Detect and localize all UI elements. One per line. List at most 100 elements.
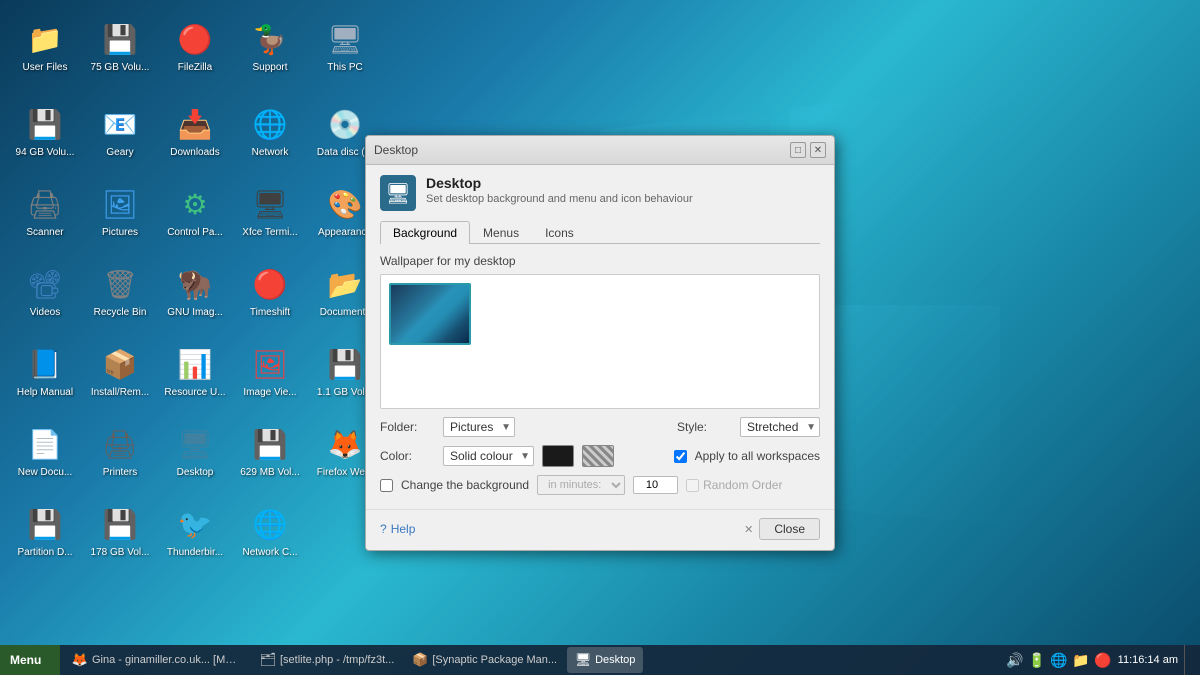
apply-all-workspaces-label: Apply to all workspaces [695, 449, 820, 463]
desktop-icon-xfce-terminal[interactable]: 🖥 Xfce Termi... [235, 175, 305, 250]
minutes-select[interactable]: in minutes: [537, 475, 625, 495]
random-order-label: Random Order [703, 478, 782, 492]
maximize-button[interactable]: □ [790, 142, 806, 158]
color-select-wrapper: Solid colour Gradient ▼ [443, 446, 534, 466]
desktop-icon-desktop[interactable]: 🖥 Desktop [160, 415, 230, 490]
tab-menus[interactable]: Menus [470, 221, 532, 244]
icon-image-user-files: 📁 [27, 22, 63, 58]
taskbar-right: 🔊🔋🌐📁🔴 11:16:14 am [998, 645, 1200, 675]
random-order-checkbox[interactable] [686, 479, 699, 492]
dialog-close-button[interactable]: ✕ [810, 142, 826, 158]
icon-image-printers: 🖨 [102, 427, 138, 463]
style-label: Style: [677, 420, 732, 434]
desktop-icon-178gb-vol[interactable]: 💾 178 GB Vol... [85, 495, 155, 570]
taskbar-label-setlite: [setlite.php - /tmp/fz3t... [280, 654, 394, 666]
icon-image-timeshift: 🔴 [252, 267, 288, 303]
desktop-icon-partition-d[interactable]: 💾 Partition D... [10, 495, 80, 570]
dialog-title: Desktop [374, 143, 418, 157]
taskbar-item-setlite[interactable]: 🗂 [setlite.php - /tmp/fz3t... [252, 647, 402, 673]
icon-label-gnu-image: GNU Imag... [167, 307, 223, 319]
tray-icon-1[interactable]: 🔋 [1028, 651, 1046, 669]
apply-all-workspaces-checkbox[interactable] [674, 450, 687, 463]
help-link[interactable]: ? Help [380, 522, 415, 536]
desktop-icon-75gb-vol[interactable]: 💾 75 GB Volu... [85, 10, 155, 85]
dialog-app-name: Desktop [426, 175, 693, 191]
desktop-icon-filezilla[interactable]: 🔴 FileZilla [160, 10, 230, 85]
icon-image-network-c: 🌐 [252, 507, 288, 543]
desktop-icon-user-files[interactable]: 📁 User Files [10, 10, 80, 85]
change-bg-checkbox[interactable] [380, 479, 393, 492]
icon-image-documents: 📂 [327, 267, 363, 303]
desktop-icon-resource-u[interactable]: 📊 Resource U... [160, 335, 230, 410]
wallpaper-grid[interactable] [380, 274, 820, 409]
style-select-wrapper: Stretched Centered Tiled Scaled ▼ [740, 417, 820, 437]
icon-label-75gb-vol: 75 GB Volu... [91, 62, 150, 74]
close-button[interactable]: Close [759, 518, 820, 540]
wallpaper-label: Wallpaper for my desktop [380, 254, 820, 268]
icon-image-this-pc: 🖥 [327, 22, 363, 58]
taskbar-item-gina-firefox[interactable]: 🦊 Gina - ginamiller.co.uk... [Mozilla Fi… [64, 647, 250, 673]
dialog-app-header: 🖥 Desktop Set desktop background and men… [380, 175, 820, 211]
icon-label-timeshift: Timeshift [250, 307, 290, 319]
desktop-icon-this-pc[interactable]: 🖥 This PC [310, 10, 380, 85]
color-select[interactable]: Solid colour Gradient [443, 446, 534, 466]
tray-icon-4[interactable]: 🔴 [1094, 651, 1112, 669]
color-swatch[interactable] [542, 445, 574, 467]
icon-label-network-c: Network C... [242, 547, 297, 559]
desktop-icon-install-remove[interactable]: 📦 Install/Rem... [85, 335, 155, 410]
pattern-swatch[interactable] [582, 445, 614, 467]
help-label[interactable]: Help [391, 522, 416, 536]
taskbar-item-synaptic[interactable]: 📦 [Synaptic Package Man... [404, 647, 565, 673]
icon-label-thunderbird: Thunderbir... [167, 547, 223, 559]
icon-label-scanner: Scanner [26, 227, 63, 239]
desktop-icon-network[interactable]: 🌐 Network [235, 95, 305, 170]
desktop-icon-videos[interactable]: 📽 Videos [10, 255, 80, 330]
icon-label-image-view: Image Vie... [243, 387, 296, 399]
tray-icon-3[interactable]: 📁 [1072, 651, 1090, 669]
desktop-icon-scanner[interactable]: 🖨 Scanner [10, 175, 80, 250]
desktop-icon-geary[interactable]: 📧 Geary [85, 95, 155, 170]
taskbar-start-button[interactable]: Menu [0, 645, 60, 675]
desktop-icon-printers[interactable]: 🖨 Printers [85, 415, 155, 490]
show-desktop-button[interactable] [1184, 645, 1192, 675]
tab-icons[interactable]: Icons [532, 221, 587, 244]
taskbar-icon-desktop-active: 🖥 [575, 652, 591, 668]
icon-label-videos: Videos [30, 307, 60, 319]
desktop-icon-recycle-bin[interactable]: 🗑 Recycle Bin [85, 255, 155, 330]
desktop-icon-94gb-vol[interactable]: 💾 94 GB Volu... [10, 95, 80, 170]
desktop-icon-downloads[interactable]: 📥 Downloads [160, 95, 230, 170]
icon-label-network: Network [252, 147, 289, 159]
color-label: Color: [380, 449, 435, 463]
desktop-icon-thunderbird[interactable]: 🐦 Thunderbir... [160, 495, 230, 570]
tray-icon-2[interactable]: 🌐 [1050, 651, 1068, 669]
desktop-icon-image-view[interactable]: 🖼 Image Vie... [235, 335, 305, 410]
taskbar-icon-synaptic: 📦 [412, 652, 428, 668]
desktop-icon-timeshift[interactable]: 🔴 Timeshift [235, 255, 305, 330]
desktop-icon-help-manual[interactable]: 📘 Help Manual [10, 335, 80, 410]
icon-label-documents: Documents [320, 307, 371, 319]
desktop-icon-support[interactable]: 🦆 Support [235, 10, 305, 85]
icon-label-new-doc: New Docu... [18, 467, 72, 479]
taskbar-label-synaptic: [Synaptic Package Man... [432, 654, 557, 666]
desktop-icon-pictures[interactable]: 🖼 Pictures [85, 175, 155, 250]
icon-image-appearance: 🎨 [327, 187, 363, 223]
desktop-icon-629gb-vol[interactable]: 💾 629 MB Vol... [235, 415, 305, 490]
icon-image-75gb-vol: 💾 [102, 22, 138, 58]
dialog-titlebar: Desktop □ ✕ [366, 136, 834, 165]
taskbar-icon-gina-firefox: 🦊 [72, 652, 88, 668]
folder-style-row: Folder: Pictures ▼ Style: Stretched Cent… [380, 417, 820, 437]
tray-icon-0[interactable]: 🔊 [1006, 651, 1024, 669]
icon-image-1gb-vol: 💾 [327, 347, 363, 383]
taskbar-item-desktop-active[interactable]: 🖥 Desktop [567, 647, 643, 673]
folder-select[interactable]: Pictures [443, 417, 515, 437]
style-select[interactable]: Stretched Centered Tiled Scaled [740, 417, 820, 437]
desktop-icon-control-panel[interactable]: ⚙ Control Pa... [160, 175, 230, 250]
dialog-footer: ? Help ✕ Close [366, 509, 834, 550]
desktop-icon-gnu-image[interactable]: 🦬 GNU Imag... [160, 255, 230, 330]
wallpaper-thumb-selected[interactable] [389, 283, 471, 345]
desktop-icon-network-c[interactable]: 🌐 Network C... [235, 495, 305, 570]
desktop-icon-new-doc[interactable]: 📄 New Docu... [10, 415, 80, 490]
icon-image-control-panel: ⚙ [177, 187, 213, 223]
tab-background[interactable]: Background [380, 221, 470, 244]
minutes-input[interactable] [633, 476, 678, 494]
